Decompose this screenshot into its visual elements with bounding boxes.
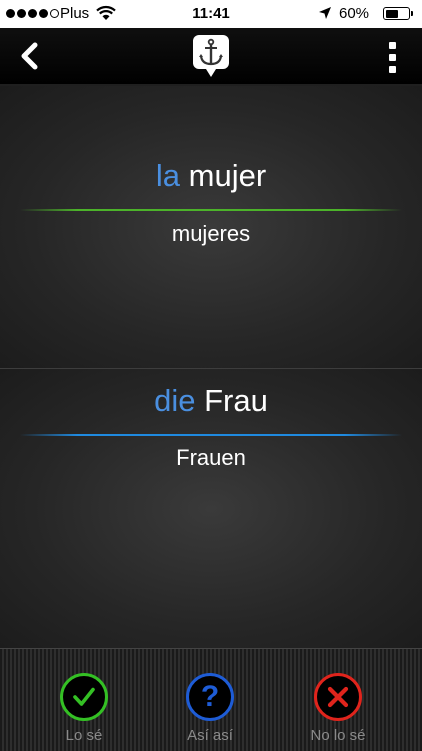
battery-percent: 60% (339, 5, 370, 22)
answer-toolbar: Lo sé ? Así así No lo sé (0, 648, 422, 751)
checkmark-icon (60, 673, 108, 721)
target-noun: Frau (204, 383, 268, 418)
target-article: die (154, 383, 196, 418)
know-label: Lo sé (65, 727, 103, 744)
question-mark-icon: ? (186, 673, 234, 721)
location-arrow-icon (319, 7, 331, 19)
dont-know-label: No lo sé (310, 727, 366, 744)
close-icon (314, 673, 362, 721)
anchor-speech-bubble-icon (193, 35, 229, 77)
source-word-card[interactable]: la mujer mujeres (0, 86, 422, 369)
source-divider (20, 209, 402, 211)
target-plural: Frauen (176, 445, 246, 470)
nav-bar (0, 28, 422, 84)
chevron-left-icon[interactable] (14, 40, 46, 72)
source-noun: mujer (188, 158, 267, 193)
dont-know-button[interactable]: No lo sé (288, 673, 388, 744)
somewhat-button[interactable]: ? Así así (160, 673, 260, 744)
status-bar: Plus 11:41 60% (0, 0, 422, 28)
source-word: la mujer (0, 158, 422, 194)
target-word: die Frau (0, 383, 422, 419)
know-button[interactable]: Lo sé (34, 673, 134, 744)
target-divider (20, 434, 402, 436)
target-word-card[interactable]: die Frau Frauen (0, 368, 422, 649)
somewhat-label: Así así (187, 727, 233, 744)
source-article: la (155, 158, 180, 193)
battery-icon (383, 7, 413, 20)
source-plural: mujeres (171, 221, 251, 246)
vertical-dots-icon[interactable] (380, 38, 404, 78)
